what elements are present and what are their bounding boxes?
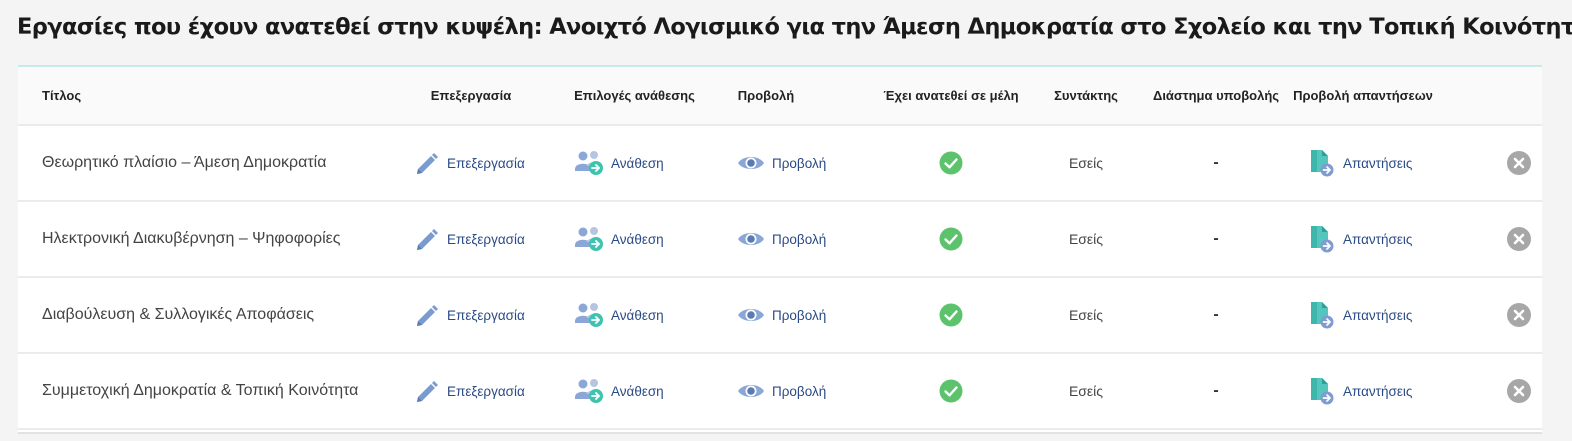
edit-link[interactable]: Επεξεργασία xyxy=(414,150,525,176)
table-row: Διαβούλευση & Συλλογικές Αποφάσεις Επεξε… xyxy=(18,278,1542,354)
header-title: Τίτλος xyxy=(42,88,82,103)
header-view-answers: Προβολή απαντήσεων xyxy=(1293,88,1433,103)
edit-link[interactable]: Επεξεργασία xyxy=(414,378,525,404)
assign-link[interactable]: Ανάθεση xyxy=(574,302,664,328)
answers-link[interactable]: Απαντήσεις xyxy=(1308,300,1412,330)
header-assigned-to-members: Έχει ανατεθεί σε μέλη xyxy=(883,88,1019,103)
view-link[interactable]: Προβολή xyxy=(737,229,826,249)
assign-link-label: Ανάθεση xyxy=(611,307,664,323)
assign-users-icon xyxy=(574,378,604,404)
delete-button[interactable] xyxy=(1507,303,1531,327)
header-edit: Επεξεργασία xyxy=(430,88,512,103)
check-circle-icon xyxy=(939,227,963,251)
table-bottom-rule xyxy=(18,432,1542,434)
table-row: Θεωρητικό πλαίσιο – Άμεση Δημοκρατία Επε… xyxy=(18,126,1542,202)
document-arrow-icon xyxy=(1308,376,1336,406)
view-link-label: Προβολή xyxy=(772,155,827,171)
eye-icon xyxy=(737,229,765,249)
table-header-row: Τίτλος Επεξεργασία Επιλογές ανάθεσης Προ… xyxy=(18,67,1542,126)
assign-link[interactable]: Ανάθεση xyxy=(574,226,664,252)
answers-link-label: Απαντήσεις xyxy=(1343,155,1413,171)
assign-link-label: Ανάθεση xyxy=(611,231,664,247)
author: Εσείς xyxy=(1068,231,1104,247)
assign-link[interactable]: Ανάθεση xyxy=(574,150,664,176)
submission-period: - xyxy=(1213,382,1219,399)
tasks-table: Τίτλος Επεξεργασία Επιλογές ανάθεσης Προ… xyxy=(18,65,1542,432)
check-circle-icon xyxy=(939,151,963,175)
close-circle-icon xyxy=(1507,303,1531,327)
eye-icon xyxy=(737,381,765,401)
check-circle-icon xyxy=(939,303,963,327)
author: Εσείς xyxy=(1068,155,1104,171)
page-title: Εργασίες που έχουν ανατεθεί στην κυψέλη:… xyxy=(17,14,1572,40)
author: Εσείς xyxy=(1068,307,1104,323)
assign-link[interactable]: Ανάθεση xyxy=(574,378,664,404)
task-title: Διαβούλευση & Συλλογικές Αποφάσεις xyxy=(42,306,315,323)
delete-button[interactable] xyxy=(1507,227,1531,251)
task-title: Ηλεκτρονική Διακυβέρνηση – Ψηφοφορίες xyxy=(42,230,341,247)
pencil-icon xyxy=(414,302,440,328)
answers-link-label: Απαντήσεις xyxy=(1343,383,1413,399)
assign-users-icon xyxy=(574,302,604,328)
answers-link[interactable]: Απαντήσεις xyxy=(1308,148,1412,178)
table-row: Συμμετοχική Δημοκρατία & Τοπική Κοινότητ… xyxy=(18,354,1542,430)
edit-link-label: Επεξεργασία xyxy=(447,155,525,171)
view-link-label: Προβολή xyxy=(772,231,827,247)
pencil-icon xyxy=(414,226,440,252)
view-link[interactable]: Προβολή xyxy=(737,381,826,401)
close-circle-icon xyxy=(1507,151,1531,175)
answers-link[interactable]: Απαντήσεις xyxy=(1308,224,1412,254)
view-link[interactable]: Προβολή xyxy=(737,305,826,325)
eye-icon xyxy=(737,305,765,325)
edit-link[interactable]: Επεξεργασία xyxy=(414,226,525,252)
author: Εσείς xyxy=(1068,383,1104,399)
submission-period: - xyxy=(1213,154,1219,171)
view-link-label: Προβολή xyxy=(772,383,827,399)
task-title: Θεωρητικό πλαίσιο – Άμεση Δημοκρατία xyxy=(42,154,327,171)
header-view: Προβολή xyxy=(737,88,795,103)
pencil-icon xyxy=(414,150,440,176)
header-author: Συντάκτης xyxy=(1054,88,1118,103)
submission-period: - xyxy=(1213,306,1219,323)
edit-link[interactable]: Επεξεργασία xyxy=(414,302,525,328)
header-assign-options: Επιλογές ανάθεσης xyxy=(574,88,695,103)
assign-link-label: Ανάθεση xyxy=(611,383,664,399)
task-title: Συμμετοχική Δημοκρατία & Τοπική Κοινότητ… xyxy=(42,382,359,399)
view-link-label: Προβολή xyxy=(772,307,827,323)
close-circle-icon xyxy=(1507,379,1531,403)
document-arrow-icon xyxy=(1308,300,1336,330)
check-circle-icon xyxy=(939,379,963,403)
document-arrow-icon xyxy=(1308,224,1336,254)
assign-link-label: Ανάθεση xyxy=(611,155,664,171)
document-arrow-icon xyxy=(1308,148,1336,178)
view-link[interactable]: Προβολή xyxy=(737,153,826,173)
submission-period: - xyxy=(1213,230,1219,247)
assign-users-icon xyxy=(574,226,604,252)
edit-link-label: Επεξεργασία xyxy=(447,231,525,247)
edit-link-label: Επεξεργασία xyxy=(447,383,525,399)
answers-link[interactable]: Απαντήσεις xyxy=(1308,376,1412,406)
edit-link-label: Επεξεργασία xyxy=(447,307,525,323)
answers-link-label: Απαντήσεις xyxy=(1343,231,1413,247)
pencil-icon xyxy=(414,378,440,404)
delete-button[interactable] xyxy=(1507,379,1531,403)
close-circle-icon xyxy=(1507,227,1531,251)
delete-button[interactable] xyxy=(1507,151,1531,175)
assign-users-icon xyxy=(574,150,604,176)
header-submission-period: Διάστημα υποβολής xyxy=(1152,88,1280,103)
eye-icon xyxy=(737,153,765,173)
answers-link-label: Απαντήσεις xyxy=(1343,307,1413,323)
table-row: Ηλεκτρονική Διακυβέρνηση – Ψηφοφορίες Επ… xyxy=(18,202,1542,278)
